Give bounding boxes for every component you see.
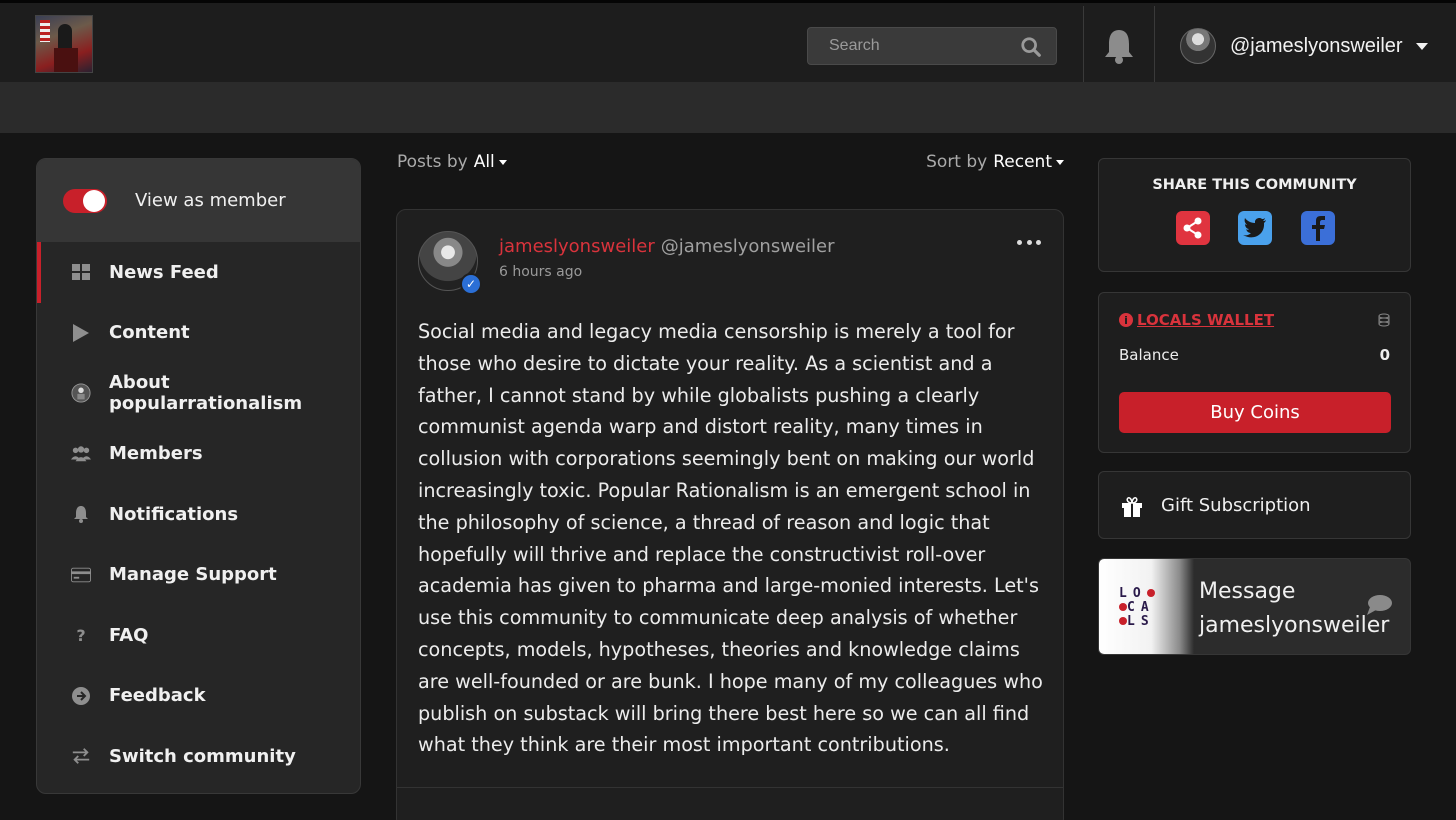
sidebar-item-label: Content [109, 322, 190, 344]
more-options-icon[interactable] [1017, 236, 1041, 248]
logo-dot [1146, 589, 1155, 597]
sidebar-item-feedback[interactable]: Feedback [37, 666, 360, 727]
toggle-knob [83, 189, 105, 212]
sidebar-item-label: Members [109, 443, 203, 465]
arrow-circle-icon [71, 686, 91, 706]
play-icon [71, 323, 91, 343]
top-navbar: @jameslyonsweiler [0, 0, 1456, 85]
question-icon: ? [76, 625, 86, 645]
user-menu[interactable]: @jameslyonsweiler [1180, 27, 1428, 65]
switch-icon [71, 746, 91, 766]
message-creator-card[interactable]: LO CA LS Message jameslyonsweiler [1098, 558, 1411, 655]
wallet-title-link[interactable]: i LOCALS WALLET [1119, 311, 1274, 329]
chat-bubble-icon [1367, 595, 1392, 615]
sidebar-item-label: Notifications [109, 503, 239, 525]
gift-subscription-card[interactable]: Gift Subscription [1098, 471, 1411, 539]
gift-subscription-label: Gift Subscription [1161, 495, 1311, 516]
user-handle: @jameslyonsweiler [1230, 34, 1403, 57]
users-icon [71, 444, 91, 464]
logo-dot [1119, 603, 1127, 611]
info-icon: i [1119, 313, 1133, 327]
buy-coins-button[interactable]: Buy Coins [1119, 392, 1391, 433]
posts-by-value: All [473, 152, 495, 172]
logo-dot [1119, 617, 1127, 625]
search-input[interactable] [808, 28, 1008, 64]
share-icon[interactable] [1176, 211, 1210, 245]
twitter-icon[interactable] [1238, 211, 1272, 245]
facebook-icon[interactable] [1301, 211, 1335, 245]
wallet-title: LOCALS WALLET [1137, 311, 1275, 329]
logo-letters-mid: CA [1127, 600, 1155, 615]
sort-by-value: Recent [993, 152, 1052, 172]
sidebar-item-notifications[interactable]: Notifications [37, 484, 360, 545]
post-divider [397, 787, 1063, 788]
share-community-card: SHARE THIS COMMUNITY [1098, 158, 1411, 272]
verified-check-icon: ✓ [460, 273, 482, 295]
sidebar-item-label: Feedback [109, 685, 206, 707]
header-divider [1154, 6, 1155, 85]
view-as-member-label: View as member [135, 190, 286, 211]
locals-wallet-card: i LOCALS WALLET Balance 0 Buy Coins [1098, 292, 1411, 453]
podium-graphic [54, 48, 78, 72]
author-display-name[interactable]: jameslyonsweiler [499, 236, 655, 257]
logo-letters-bottom: LS [1127, 614, 1155, 629]
view-as-member-row: View as member [37, 159, 360, 242]
post-card: ✓ jameslyonsweiler @jameslyonsweiler 6 ho… [396, 209, 1064, 820]
sidebar-item-content[interactable]: Content [37, 303, 360, 364]
post-body: Social media and legacy media censorship… [418, 320, 1043, 757]
logo-letters-top: LO [1119, 586, 1147, 601]
posts-by-label: Posts by [397, 152, 468, 172]
posts-by-filter[interactable]: Posts by All [397, 152, 507, 172]
balance-value: 0 [1379, 346, 1390, 364]
sort-by-filter[interactable]: Sort by Recent [926, 152, 1064, 172]
chevron-down-icon [1056, 159, 1064, 165]
message-text: Message jameslyonsweiler [1199, 575, 1389, 643]
balance-label: Balance [1119, 346, 1179, 364]
sidebar-item-switch-community[interactable]: Switch community [37, 726, 360, 787]
left-sidebar: View as member News Feed Content About p… [36, 158, 361, 794]
post-timestamp: 6 hours ago [499, 264, 583, 280]
view-as-member-toggle[interactable] [63, 188, 107, 213]
sidebar-item-members[interactable]: Members [37, 424, 360, 485]
sidebar-item-news-feed[interactable]: News Feed [37, 242, 360, 303]
sidebar-item-about[interactable]: About popularrationalism [37, 363, 360, 424]
search-box [807, 27, 1057, 65]
sidebar-item-label: Switch community [109, 745, 296, 767]
chevron-down-icon [1415, 42, 1428, 50]
feed-filters: Posts by All Sort by Recent [397, 150, 1064, 178]
message-line1: Message [1199, 579, 1296, 604]
header-divider [1083, 6, 1084, 85]
community-logo[interactable] [35, 15, 93, 73]
message-line2: jameslyonsweiler [1199, 613, 1390, 638]
coins-icon [1378, 313, 1390, 327]
locals-logo: LO CA LS [1099, 559, 1194, 654]
bell-icon [71, 504, 91, 524]
sidebar-item-label: News Feed [109, 261, 219, 283]
notifications-bell-icon[interactable] [1101, 27, 1137, 65]
sidebar-item-manage-support[interactable]: Manage Support [37, 545, 360, 606]
community-avatar-icon [71, 383, 91, 403]
grid-icon [71, 262, 91, 282]
search-icon[interactable] [1020, 36, 1042, 58]
sidebar-item-faq[interactable]: ? FAQ [37, 605, 360, 666]
credit-card-icon [71, 565, 91, 585]
sub-header-bar [0, 82, 1456, 133]
gift-icon [1122, 497, 1142, 517]
author-handle: @jameslyonsweiler [660, 236, 835, 257]
sidebar-item-label: About popularrationalism [109, 372, 303, 415]
chevron-down-icon [498, 159, 507, 165]
sort-by-label: Sort by [926, 152, 988, 172]
user-avatar [1180, 28, 1216, 64]
sidebar-item-label: Manage Support [109, 564, 277, 586]
share-title: SHARE THIS COMMUNITY [1152, 177, 1357, 193]
sidebar-item-label: FAQ [109, 624, 149, 646]
flag-graphic [40, 20, 50, 42]
post-author: jameslyonsweiler @jameslyonsweiler [499, 236, 835, 257]
locals-logo-text: LO CA LS [1119, 587, 1155, 629]
